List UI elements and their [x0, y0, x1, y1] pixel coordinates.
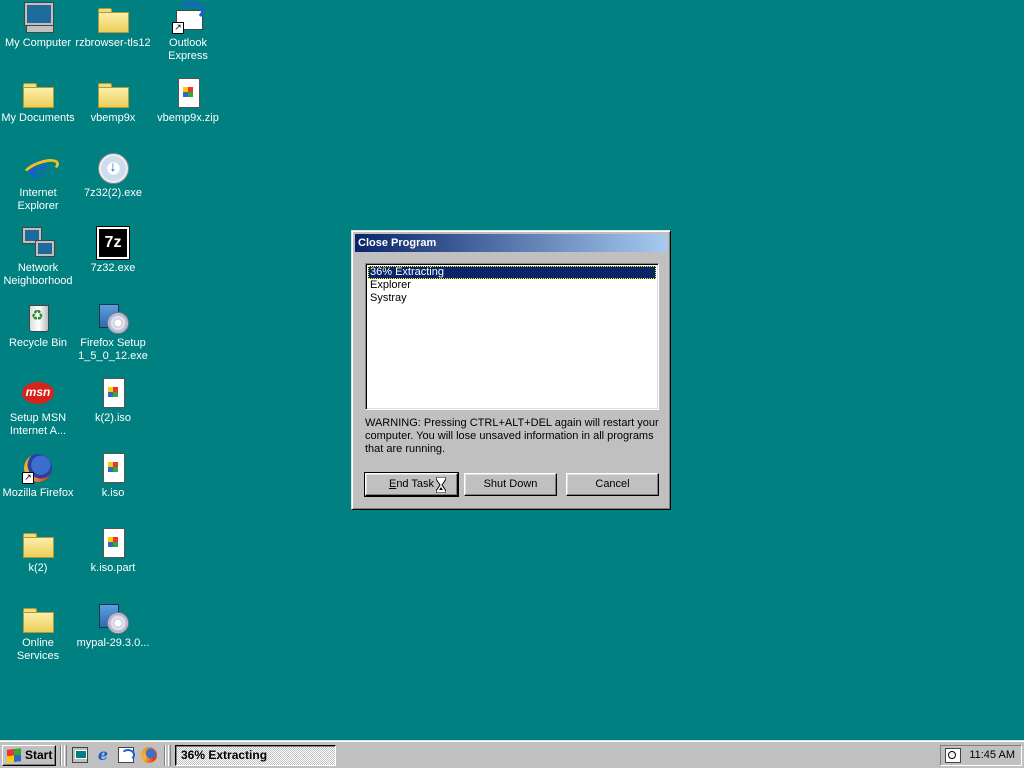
outlook-express-icon: ↗	[172, 2, 204, 34]
show-desktop-icon[interactable]	[72, 747, 88, 763]
program-list[interactable]: 36% Extracting Explorer Systray	[365, 263, 659, 410]
end-task-button[interactable]: End Task	[364, 472, 459, 497]
quick-launch-grip[interactable]	[64, 745, 67, 766]
program-list-item[interactable]: Systray	[368, 292, 656, 305]
shut-down-button[interactable]: Shut Down	[464, 473, 557, 496]
zip-file-icon	[172, 77, 204, 109]
dialog-title: Close Program	[358, 237, 437, 249]
windows-logo-icon	[7, 748, 21, 763]
7zip-icon: 7z	[97, 227, 129, 259]
desktop-icon-my-computer[interactable]: My Computer	[0, 2, 76, 50]
desktop-icon-k-iso-part[interactable]: k.iso.part	[75, 527, 151, 575]
hourglass-cursor-icon	[436, 477, 446, 493]
cancel-button[interactable]: Cancel	[566, 473, 659, 496]
internet-explorer-quicklaunch-icon[interactable]: e	[95, 747, 111, 763]
close-program-dialog: Close Program 36% Extracting Explorer Sy…	[351, 230, 671, 510]
taskbar-button-extracting[interactable]: 36% Extracting	[175, 745, 336, 766]
desktop-icon-k2-iso[interactable]: k(2).iso	[75, 377, 151, 425]
msn-icon: msn	[22, 382, 54, 404]
desktop-icon-7z32-exe[interactable]: 7z 7z32.exe	[75, 227, 151, 275]
desktop-icon-vbemp9x-zip[interactable]: vbemp9x.zip	[150, 77, 226, 125]
desktop-icon-mypal[interactable]: mypal-29.3.0...	[75, 602, 151, 650]
internet-explorer-icon: e	[22, 152, 54, 184]
iso-file-icon	[97, 377, 129, 409]
program-list-item[interactable]: Explorer	[368, 279, 656, 292]
desktop-icon-online-services[interactable]: Online Services	[0, 602, 76, 663]
clock[interactable]: 11:45 AM	[969, 746, 1015, 765]
task-button-label: 36% Extracting	[181, 748, 268, 762]
task-area-grip[interactable]	[168, 745, 171, 766]
iso-file-icon	[97, 452, 129, 484]
outlook-express-quicklaunch-icon[interactable]	[118, 747, 135, 763]
recycle-bin-icon	[22, 302, 54, 334]
computer-icon	[22, 2, 54, 34]
network-icon	[22, 227, 54, 259]
desktop-icon-k-iso[interactable]: k.iso	[75, 452, 151, 500]
folder-icon	[22, 602, 54, 634]
folder-icon	[97, 77, 129, 109]
desktop-icon-my-documents[interactable]: My Documents	[0, 77, 76, 125]
my-documents-icon	[22, 77, 54, 109]
shut-down-label: Shut Down	[483, 478, 538, 490]
shortcut-arrow-icon: ↗	[22, 472, 34, 484]
taskbar: Start e 36% Extracting 11:45 AM	[0, 740, 1024, 768]
firefox-icon: ↗	[22, 452, 54, 484]
firefox-quicklaunch-icon[interactable]	[141, 747, 157, 763]
start-label: Start	[25, 748, 53, 762]
desktop-icon-setup-msn[interactable]: msn Setup MSN Internet A...	[0, 377, 76, 438]
desktop-icon-recycle-bin[interactable]: Recycle Bin	[0, 302, 76, 350]
end-task-label: End Task	[388, 478, 435, 490]
desktop-icon-k2-folder[interactable]: k(2)	[0, 527, 76, 575]
shortcut-arrow-icon: ↗	[172, 22, 184, 34]
program-list-item[interactable]: 36% Extracting	[368, 266, 656, 279]
restart-warning-text: WARNING: Pressing CTRL+ALT+DEL again wil…	[365, 417, 659, 455]
setup-disc-icon	[97, 602, 129, 634]
desktop-icon-outlook-express[interactable]: ↗ Outlook Express	[150, 2, 226, 63]
desktop-icon-7z32-2-exe[interactable]: 7z32(2).exe	[75, 152, 151, 200]
desktop-icon-vbemp9x-folder[interactable]: vbemp9x	[75, 77, 151, 125]
desktop-icon-mozilla-firefox[interactable]: ↗ Mozilla Firefox	[0, 452, 76, 500]
scheduler-tray-icon[interactable]	[945, 748, 961, 763]
taskbar-separator	[164, 745, 166, 766]
start-button[interactable]: Start	[2, 745, 56, 766]
folder-icon	[97, 2, 129, 34]
desktop-icon-rzbrowser[interactable]: rzbrowser-tls12	[75, 2, 151, 50]
dialog-title-bar[interactable]: Close Program	[355, 234, 667, 252]
desktop-icon-internet-explorer[interactable]: e Internet Explorer	[0, 152, 76, 213]
setup-disc-icon	[97, 302, 129, 334]
file-icon	[97, 527, 129, 559]
folder-icon	[22, 527, 54, 559]
desktop-icon-network-neighborhood[interactable]: Network Neighborhood	[0, 227, 76, 288]
installer-icon	[97, 152, 129, 184]
desktop-icon-firefox-setup[interactable]: Firefox Setup 1_5_0_12.exe	[75, 302, 151, 363]
cancel-label: Cancel	[595, 478, 630, 490]
taskbar-separator	[60, 745, 62, 766]
system-tray: 11:45 AM	[940, 745, 1022, 766]
